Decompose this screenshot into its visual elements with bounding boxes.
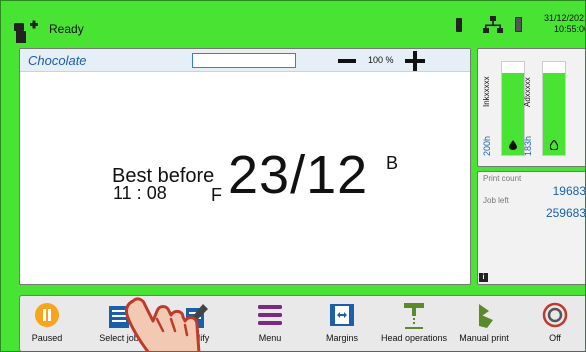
message-header: Chocolate 100 % <box>20 49 470 72</box>
additive-cartridge-icon <box>515 17 522 32</box>
printer-screen: Ready 31/12/2021 10:55:00 Chocolate 100 … <box>0 0 586 352</box>
zoom-out-button[interactable] <box>338 59 356 63</box>
ink-level-panel[interactable]: Inkxxxxx Adxxxxx 200h 183h <box>477 48 585 167</box>
margins-label: Margins <box>325 333 358 343</box>
ink-cartridge-icon <box>456 18 462 32</box>
off-label: Off <box>549 333 561 343</box>
paused-label: Paused <box>31 333 63 343</box>
zoom-in-button[interactable] <box>405 51 425 71</box>
code-f-label: F <box>211 185 222 205</box>
ink-drop-icon <box>509 140 517 150</box>
print-count-label: Print count <box>483 174 522 183</box>
menu-icon <box>258 305 282 325</box>
message-field-input[interactable] <box>192 53 296 68</box>
printer-status-icon <box>14 20 38 43</box>
code-b-label: B <box>386 153 399 173</box>
job-left-label: Job left <box>483 196 509 205</box>
info-icon[interactable]: i <box>479 273 488 282</box>
time-text: 10:55:00 <box>553 24 586 34</box>
datetime: 31/12/2021 10:55:00 <box>539 13 586 35</box>
head-operations-button[interactable]: Head operations <box>374 296 454 351</box>
job-left-value: 259683 <box>545 206 586 220</box>
counters-panel: Print count 19683 Job left 259683 i <box>477 171 586 285</box>
message-panel[interactable]: Chocolate 100 % Best before 11 : 08 F 23… <box>19 48 471 285</box>
network-icon <box>483 16 503 33</box>
margins-button[interactable]: Margins <box>316 296 368 351</box>
status-text: Ready <box>49 22 84 36</box>
message-name: Chocolate <box>28 53 87 68</box>
additive-name-label: Adxxxxx <box>523 77 532 107</box>
zoom-level: 100 % <box>368 55 394 65</box>
pause-icon <box>35 303 59 327</box>
power-off-icon <box>542 302 568 328</box>
head-operations-label: Head operations <box>380 333 448 343</box>
margins-icon <box>330 304 354 326</box>
print-head-icon <box>404 303 424 329</box>
manual-print-icon <box>479 304 493 328</box>
bottom-toolbar: Paused Select job Modify <box>19 295 585 351</box>
expiry-date-label: 23/12 <box>228 145 369 205</box>
menu-button[interactable]: Menu <box>244 296 296 351</box>
ink-hours-label: 200h <box>482 135 492 156</box>
time-label: 11 : 08 <box>113 183 167 203</box>
ink-name-label: Inkxxxxx <box>482 76 491 107</box>
off-button[interactable]: Off <box>530 296 580 351</box>
manual-print-label: Manual print <box>459 333 509 343</box>
menu-label: Menu <box>258 333 282 343</box>
date-text: 31/12/2021 <box>543 13 586 23</box>
additive-drop-icon <box>550 140 558 150</box>
print-count-value: 19683 <box>552 184 586 198</box>
paused-button[interactable]: Paused <box>22 296 72 351</box>
additive-hours-label: 183h <box>523 135 533 156</box>
touch-hand-icon <box>125 297 201 351</box>
manual-print-button[interactable]: Manual print <box>454 296 514 351</box>
